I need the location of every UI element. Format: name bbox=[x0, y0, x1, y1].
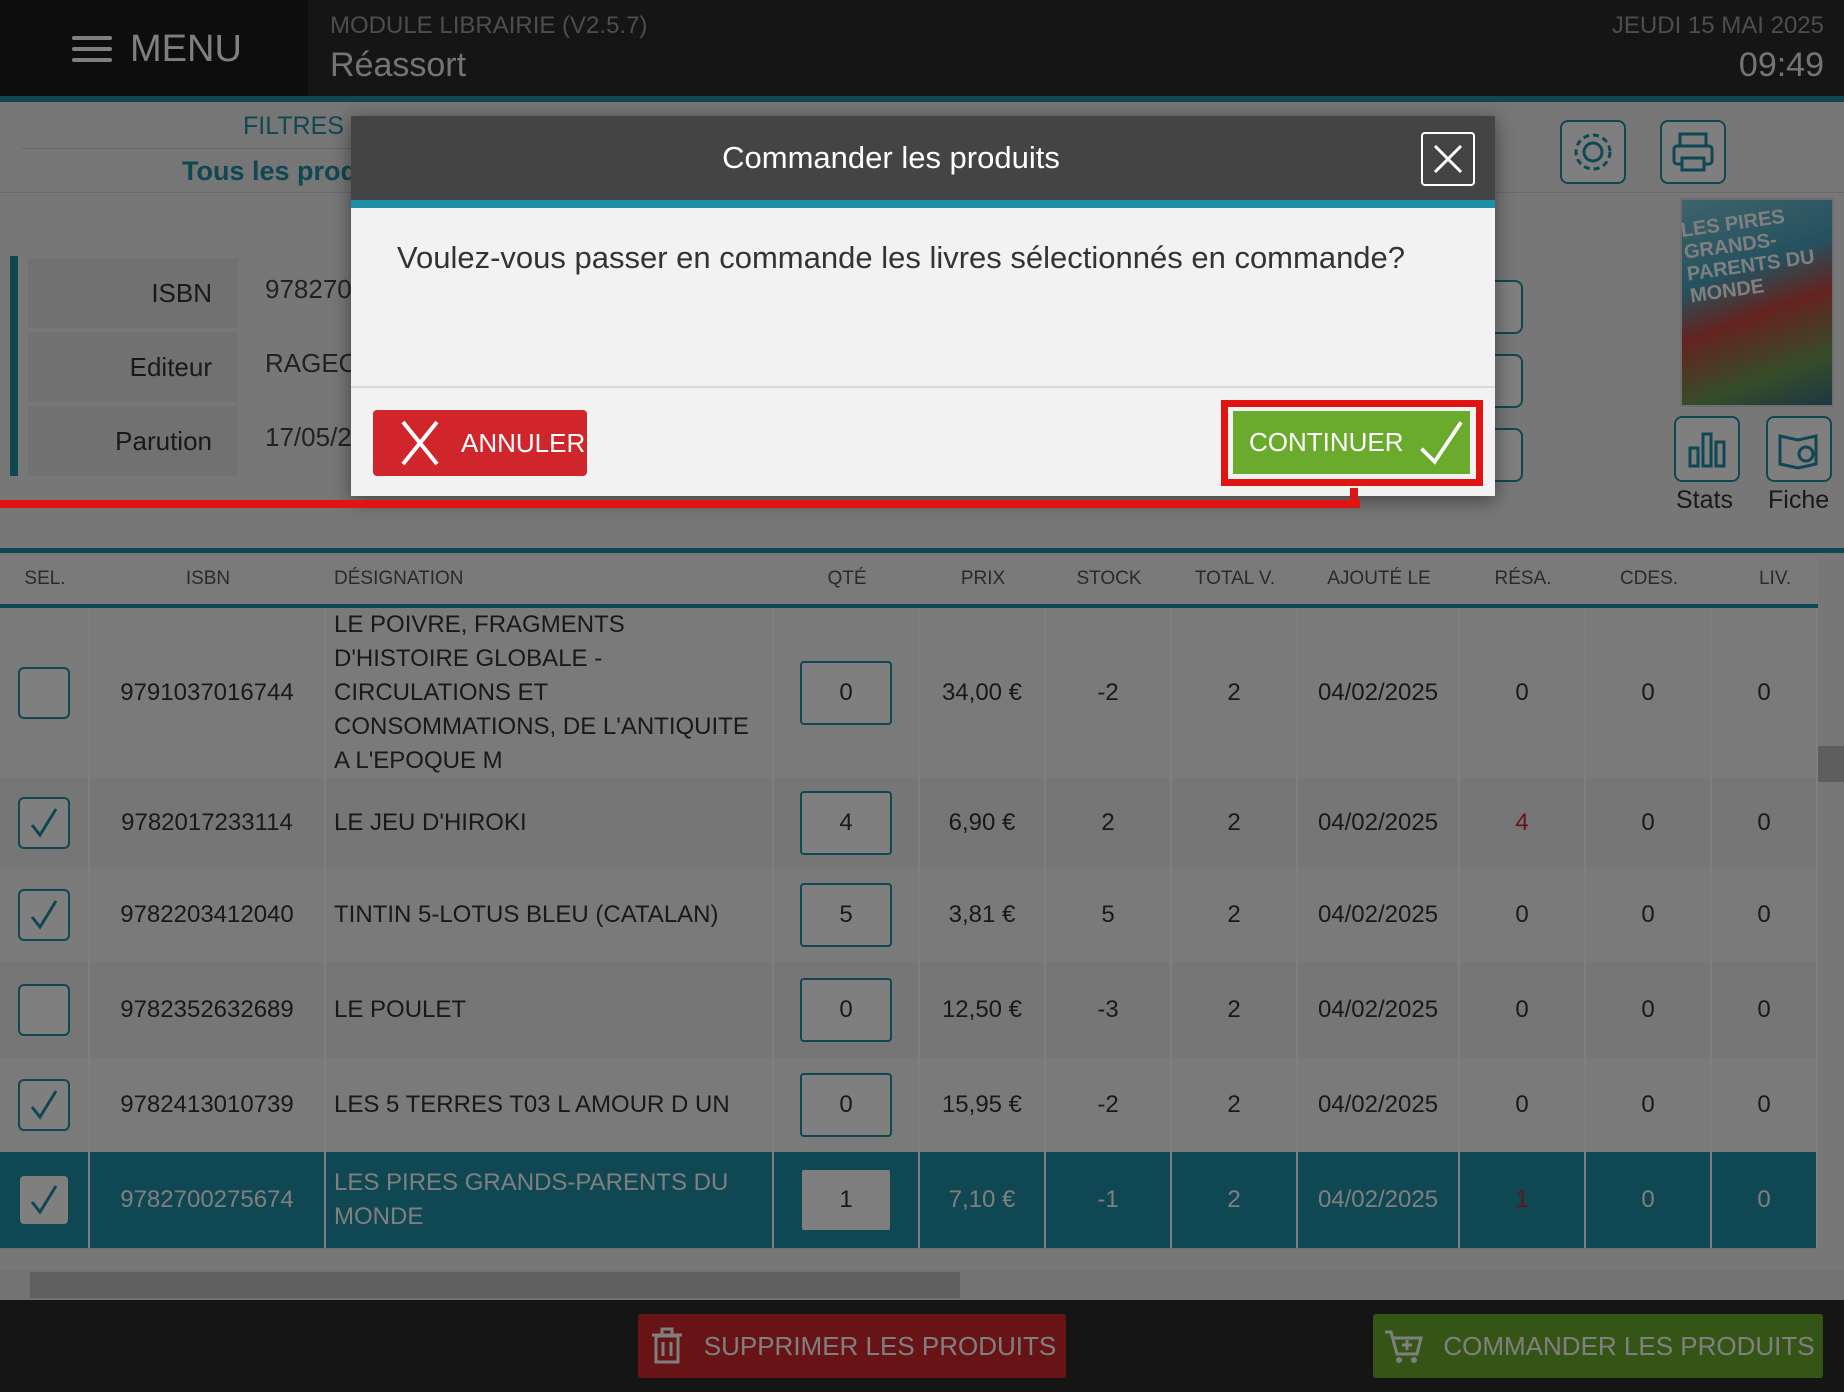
order-confirm-dialog: Commander les produits Voulez-vous passe… bbox=[351, 116, 1495, 496]
dialog-accent-bar bbox=[351, 200, 1495, 208]
close-icon bbox=[1433, 144, 1463, 174]
dialog-title: Commander les produits bbox=[722, 140, 1060, 175]
cancel-label: ANNULER bbox=[461, 427, 586, 458]
dialog-message: Voulez-vous passer en commande les livre… bbox=[397, 240, 1406, 275]
continue-button[interactable]: CONTINUER bbox=[1233, 411, 1470, 474]
continue-label: CONTINUER bbox=[1249, 427, 1404, 457]
close-icon bbox=[401, 420, 439, 466]
cancel-button[interactable]: ANNULER bbox=[373, 410, 587, 476]
dialog-close-button[interactable] bbox=[1421, 132, 1475, 186]
dialog-divider bbox=[351, 386, 1495, 388]
annotation-underline bbox=[0, 500, 1360, 508]
check-icon bbox=[1419, 420, 1463, 465]
annotation-connector bbox=[1350, 488, 1358, 508]
